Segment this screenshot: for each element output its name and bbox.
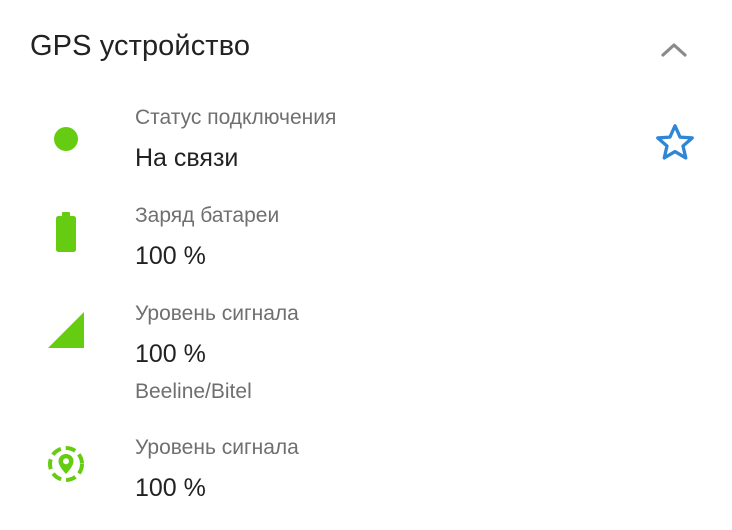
card-title: GPS устройство xyxy=(30,30,251,62)
connection-status-label: Статус подключения xyxy=(135,106,337,129)
battery-value: 100 % xyxy=(135,242,206,270)
cellular-signal-label: Уровень сигнала xyxy=(135,302,299,325)
star-outline-icon xyxy=(656,124,694,160)
gps-signal-row: Уровень сигнала 100 % xyxy=(0,430,640,510)
operator-name: Beeline/Bitel xyxy=(135,380,252,403)
gps-signal-label: Уровень сигнала xyxy=(135,436,299,459)
gps-device-card: GPS устройство Статус подключения На свя… xyxy=(0,0,732,530)
connection-status-row: Статус подключения На связи xyxy=(0,100,640,180)
favorite-button[interactable] xyxy=(652,120,698,166)
cellular-signal-row: Уровень сигнала 100 % Beeline/Bitel xyxy=(0,296,640,406)
cellular-signal-icon xyxy=(44,308,88,352)
battery-icon xyxy=(44,210,88,254)
chevron-up-icon xyxy=(661,43,687,57)
collapse-button[interactable] xyxy=(650,30,698,70)
status-dot-icon xyxy=(44,117,88,161)
battery-row: Заряд батареи 100 % xyxy=(0,198,640,278)
battery-label: Заряд батареи xyxy=(135,204,280,227)
gps-signal-icon xyxy=(44,442,88,486)
cellular-signal-value: 100 % xyxy=(135,340,206,368)
gps-signal-value: 100 % xyxy=(135,474,206,502)
connection-status-value: На связи xyxy=(135,144,239,172)
